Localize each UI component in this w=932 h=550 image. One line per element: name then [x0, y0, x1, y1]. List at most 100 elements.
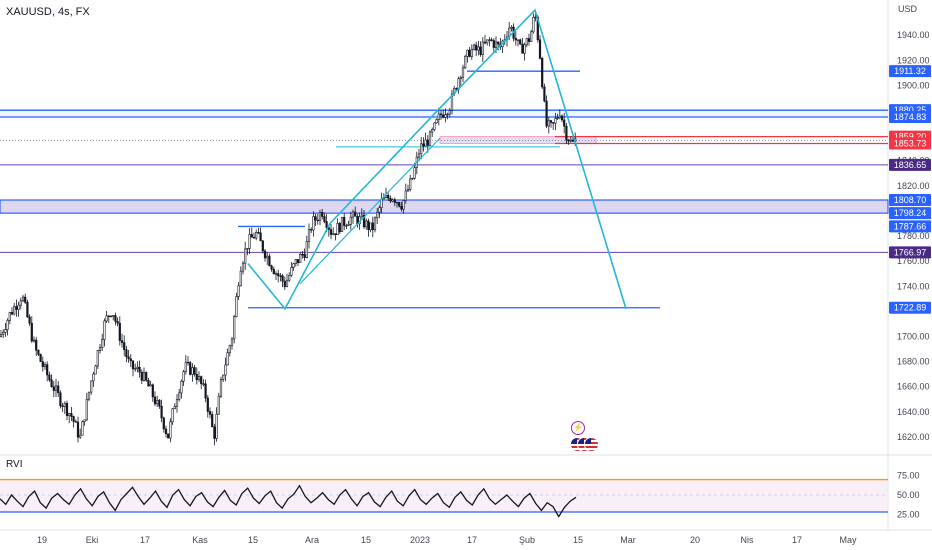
- candle-body: [541, 57, 544, 88]
- candle-body: [525, 38, 528, 46]
- candle-body: [59, 392, 62, 407]
- candle-body: [369, 222, 372, 231]
- candle-body: [193, 367, 196, 375]
- candle-body: [477, 46, 480, 51]
- candle-body: [538, 39, 542, 59]
- x-tick-label: 2023: [410, 535, 430, 545]
- y-tick-label: 1640.00: [897, 407, 930, 417]
- candle-body: [516, 39, 520, 41]
- candle-body: [151, 384, 154, 398]
- candle-body: [263, 250, 267, 259]
- candle-body: [422, 143, 425, 147]
- y-tick-label: 1740.00: [897, 281, 930, 291]
- candle-body: [376, 211, 379, 219]
- y-tick-label: 1940.00: [897, 30, 930, 40]
- candle-body: [87, 391, 91, 400]
- candle-body: [195, 373, 198, 381]
- y-tick-label: 1700.00: [897, 331, 930, 341]
- candle-body: [52, 386, 55, 391]
- candle-body: [204, 383, 207, 399]
- candle-body: [211, 414, 214, 428]
- candle-body: [552, 122, 555, 124]
- x-tick-label: 17: [467, 535, 477, 545]
- candle-body: [13, 306, 16, 315]
- candle-body: [266, 255, 269, 259]
- candle-body: [171, 408, 174, 423]
- candle-body: [39, 354, 42, 362]
- candle-body: [565, 125, 568, 141]
- candle-body: [0, 334, 3, 337]
- price-chart[interactable]: 1620.00 1640.00 1660.00 1680.00 1700.00 1740.…: [0, 0, 932, 550]
- x-tick-label: Mar: [620, 535, 636, 545]
- candle-body: [534, 16, 537, 19]
- candle-body: [461, 67, 465, 78]
- candle-body: [43, 364, 47, 368]
- candle-body: [70, 413, 73, 417]
- candle-body: [35, 339, 38, 351]
- candle-body: [486, 39, 489, 44]
- candle-body: [395, 201, 399, 204]
- candle-body: [153, 396, 157, 405]
- candle-body: [483, 41, 487, 44]
- candle-body: [96, 350, 99, 367]
- candle-body: [158, 400, 161, 407]
- candle-body: [74, 421, 77, 423]
- level-price-label: 1836.65: [894, 160, 927, 170]
- candle-body: [65, 403, 69, 417]
- candle-body: [32, 339, 36, 342]
- candle-body: [257, 232, 260, 234]
- x-tick-label: Eki: [86, 535, 99, 545]
- candle-body: [305, 241, 308, 258]
- candle-body: [169, 421, 172, 439]
- candle-body: [274, 273, 278, 275]
- candle-body: [563, 119, 566, 127]
- candle-body: [140, 371, 143, 381]
- candle-body: [321, 212, 324, 217]
- candle-body: [90, 380, 93, 393]
- candle-body: [281, 275, 284, 282]
- candle-body: [521, 43, 524, 54]
- candle-body: [404, 190, 407, 201]
- candle-body: [147, 380, 150, 387]
- candle-body: [268, 255, 271, 267]
- candle-body: [79, 434, 82, 438]
- candle-body: [101, 339, 104, 348]
- lightning-icon[interactable]: ⚡: [571, 421, 585, 435]
- us-flag-icon[interactable]: [570, 437, 599, 452]
- candle-body: [248, 234, 251, 249]
- candle-body: [351, 211, 355, 218]
- candle-body: [560, 115, 564, 121]
- candle-body: [116, 321, 119, 324]
- candle-body: [494, 41, 498, 48]
- candle-body: [279, 275, 282, 277]
- candle-body: [213, 426, 216, 439]
- candle-body: [411, 177, 414, 180]
- candle-body: [455, 88, 458, 90]
- y-tick-label: 1920.00: [897, 55, 930, 65]
- candle-body: [191, 367, 194, 375]
- x-tick-label: Kas: [192, 535, 208, 545]
- candle-body: [464, 56, 467, 69]
- candle-body: [250, 234, 253, 238]
- candle-body: [37, 350, 40, 355]
- candle-body: [285, 279, 289, 287]
- candle-body: [46, 364, 49, 376]
- candle-body: [428, 131, 432, 146]
- rvi-tick-label: 75.00: [897, 471, 920, 481]
- candle-body: [325, 221, 328, 228]
- candle-body: [8, 312, 11, 321]
- candle-body: [76, 421, 80, 438]
- candle-body: [444, 114, 447, 118]
- x-tick-label: 15: [573, 535, 583, 545]
- x-tick-label: 15: [248, 535, 258, 545]
- candle-body: [554, 118, 557, 124]
- candle-body: [41, 361, 44, 368]
- x-tick-label: Ara: [305, 535, 319, 545]
- candle-body: [189, 362, 192, 375]
- candle-body: [378, 207, 381, 213]
- candle-body: [367, 220, 370, 231]
- candle-body: [277, 273, 280, 277]
- candle-body: [222, 374, 225, 380]
- candle-body: [389, 197, 392, 202]
- candle-body: [206, 397, 209, 412]
